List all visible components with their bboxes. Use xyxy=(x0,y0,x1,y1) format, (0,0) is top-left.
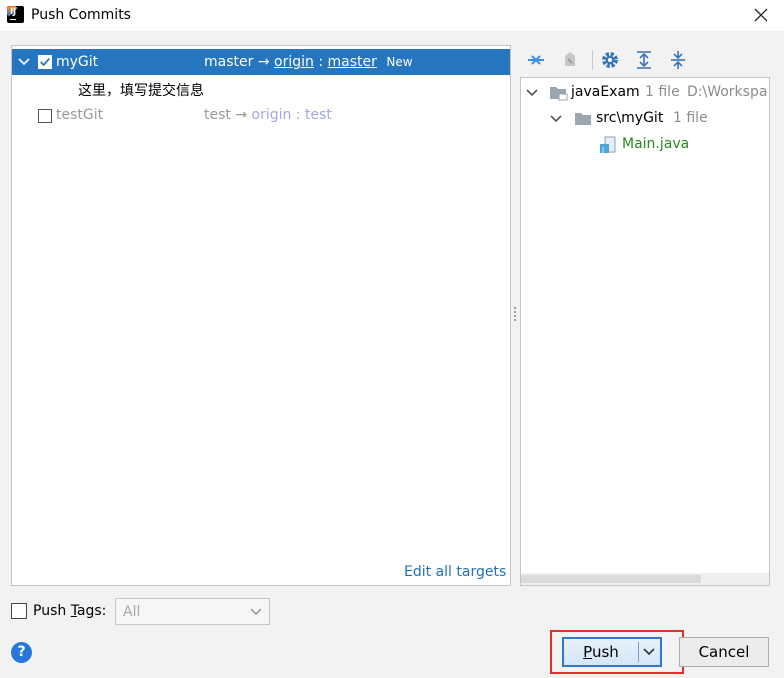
checkmark-icon xyxy=(40,58,50,67)
repo-checkbox-testgit[interactable] xyxy=(38,109,52,123)
close-icon[interactable] xyxy=(752,6,770,24)
file-count: 1 file xyxy=(645,84,680,100)
chevron-down-icon[interactable] xyxy=(17,55,31,69)
new-badge: New xyxy=(386,55,413,69)
target-branch-link[interactable]: test xyxy=(305,107,332,123)
local-branch: master xyxy=(204,54,254,70)
arrow-icon: → xyxy=(235,107,248,123)
local-branch: test xyxy=(204,107,231,123)
toolbar-separator xyxy=(592,50,593,70)
tree-label: javaExam xyxy=(571,84,640,100)
push-spec: master → origin : master New xyxy=(204,54,413,70)
file-name-new: Main.java xyxy=(622,136,690,152)
target-branch-link[interactable]: master xyxy=(328,54,377,70)
chevron-down-icon[interactable] xyxy=(525,86,539,100)
chevron-down-icon[interactable] xyxy=(642,645,656,659)
repo-row-mygit[interactable]: myGit master → origin : master New xyxy=(12,49,510,75)
repo-checkbox-mygit[interactable] xyxy=(38,55,52,69)
help-icon[interactable]: ? xyxy=(11,642,32,663)
folder-icon xyxy=(575,113,591,125)
scrollbar-thumb[interactable] xyxy=(521,575,701,583)
push-tags-checkbox[interactable] xyxy=(11,603,27,619)
repo-name: myGit xyxy=(56,54,99,70)
remote-link[interactable]: origin xyxy=(274,54,314,70)
unshelve-icon[interactable] xyxy=(560,50,580,70)
java-file-icon: J xyxy=(600,136,616,154)
settings-gear-icon[interactable] xyxy=(600,50,620,70)
split-divider xyxy=(638,642,639,662)
arrow-icon: → xyxy=(257,54,270,70)
intellij-app-icon: IJ xyxy=(7,6,24,23)
edit-all-targets-link[interactable]: Edit all targets xyxy=(404,564,506,580)
commit-message[interactable]: 这里，填写提交信息 xyxy=(78,80,204,100)
repo-name: testGit xyxy=(56,107,104,123)
push-button-label[interactable]: Push xyxy=(564,639,638,665)
changed-files-tree: javaExam 1 file D:\Workspa src\myGit 1 f… xyxy=(520,77,770,586)
cancel-button[interactable]: Cancel xyxy=(679,637,769,667)
repositories-panel: myGit master → origin : master New 这里，填写… xyxy=(11,45,511,586)
tree-label: src\myGit xyxy=(596,110,664,126)
chevron-down-icon xyxy=(250,608,262,616)
push-tags-dropdown[interactable]: All xyxy=(115,598,270,625)
remote-link[interactable]: origin xyxy=(252,107,292,123)
horizontal-scrollbar[interactable] xyxy=(521,573,769,585)
dropdown-value: All xyxy=(123,604,141,620)
changes-toolbar xyxy=(520,46,770,74)
expand-all-icon[interactable] xyxy=(634,50,654,70)
module-path: D:\Workspa xyxy=(687,84,768,100)
push-spec: test → origin : test xyxy=(204,107,332,123)
file-count: 1 file xyxy=(673,110,708,126)
svg-text:J: J xyxy=(601,146,604,154)
repo-row-testgit[interactable]: testGit test → origin : test xyxy=(12,102,510,128)
chevron-down-icon[interactable] xyxy=(549,112,563,126)
separator: : xyxy=(295,107,301,123)
push-tags-label: Push Tags: xyxy=(33,603,107,619)
move-changes-icon[interactable] xyxy=(526,50,546,70)
window-title: Push Commits xyxy=(31,7,131,23)
push-button[interactable]: Push xyxy=(562,637,662,667)
module-folder-icon xyxy=(550,87,568,101)
panel-splitter[interactable] xyxy=(512,45,519,586)
title-bar: IJ Push Commits xyxy=(0,0,784,31)
collapse-all-icon[interactable] xyxy=(668,50,688,70)
separator: : xyxy=(318,54,324,70)
